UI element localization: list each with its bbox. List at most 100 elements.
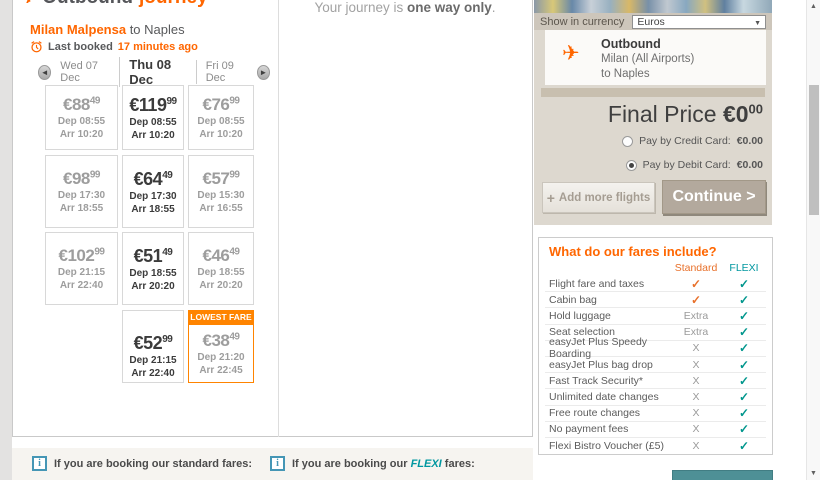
scrollbar-thumb[interactable] (809, 85, 819, 215)
fares-info-strip: If you are booking our standard fares: I… (12, 448, 533, 480)
currency-value: Euros (637, 16, 664, 28)
fares-include-title: What do our fares include? (549, 244, 717, 259)
summary-divider (541, 88, 765, 97)
currency-label: Show in currency (540, 16, 624, 28)
fare-cell-r1c1[interactable]: €8849 Dep 08:55 Arr 10:20 (45, 85, 118, 150)
date-tab-wed-07-dec[interactable]: Wed 07 Dec (51, 60, 119, 84)
flexi-check-icon: ✓ (722, 439, 766, 453)
standard-fares-info-label: If you are booking our standard fares: (54, 458, 252, 470)
standard-x-icon: X (670, 342, 722, 354)
fare-cell-r2c3[interactable]: €5799 Dep 15:30 Arr 16:55 (188, 155, 254, 228)
continue-button[interactable]: Continue > (662, 180, 766, 214)
info-icon (32, 456, 47, 471)
final-price-amount: €0 (723, 101, 749, 127)
fare-cell-r3c1[interactable]: €10299 Dep 21:15 Arr 22:40 (45, 232, 118, 305)
journey-note: Your journey is one way only. (278, 0, 532, 15)
fare-cell-r2c1[interactable]: €9899 Dep 17:30 Arr 18:55 (45, 155, 118, 228)
fare-cell-r3c3[interactable]: €4649 Dep 18:55 Arr 20:20 (188, 232, 254, 305)
fare-cell-r1c2[interactable]: €11999 Dep 08:55 Arr 10:20 (122, 85, 184, 150)
fares-include-rows: Flight fare and taxes✓✓ Cabin bag✓✓ Hold… (545, 276, 766, 454)
fares-row-no-payment-fees: No payment feesX✓ (545, 422, 766, 438)
currency-bar: Show in currency Euros (534, 13, 772, 30)
outbound-summary-origin: Milan (All Airports) (601, 53, 694, 65)
pay-by-credit-card-option[interactable]: Pay by Credit Card: €0.00 (622, 135, 763, 147)
add-more-flights-label: Add more flights (559, 192, 650, 204)
page-left-margin (0, 0, 12, 480)
standard-x-icon: X (670, 391, 722, 403)
outbound-summary-card: Outbound Milan (All Airports) to Naples (545, 30, 766, 85)
flexi-check-icon: ✓ (722, 358, 766, 372)
teal-action-button[interactable] (672, 470, 773, 480)
route-title: Milan Malpensa to Naples (30, 22, 185, 37)
scroll-down-icon[interactable] (807, 470, 820, 477)
flexi-check-icon: ✓ (722, 390, 766, 404)
standard-check-icon: ✓ (670, 293, 722, 307)
fare-cell-r4c2[interactable]: €5299 Dep 21:15 Arr 22:40 (122, 310, 184, 383)
lowest-fare-banner: LOWEST FARE (188, 310, 254, 324)
flexi-check-icon: ✓ (722, 309, 766, 323)
basket-summary-panel: Show in currency Euros Outbound Milan (A… (534, 0, 772, 225)
fare-cell-r1c3[interactable]: €7699 Dep 08:55 Arr 10:20 (188, 85, 254, 150)
final-price-cents: 00 (749, 101, 763, 116)
date-navigation: Wed 07 Dec Thu 08 Dec Fri 09 Dec (38, 57, 270, 87)
date-tab-fri-09-dec[interactable]: Fri 09 Dec (196, 60, 257, 84)
standard-extra-text: Extra (670, 310, 722, 322)
flight-booking-page: Outbound journey Milan Malpensa to Naple… (0, 0, 820, 480)
standard-x-icon: X (670, 375, 722, 387)
flexi-fares-info-label: If you are booking our FLEXI fares: (292, 458, 475, 470)
route-origin: Milan Malpensa (30, 22, 126, 37)
plus-icon (547, 190, 555, 206)
standard-check-icon: ✓ (670, 277, 722, 291)
header-title-accent: journey (139, 0, 208, 9)
previous-day-button[interactable] (38, 65, 51, 80)
add-more-flights-button[interactable]: Add more flights (542, 182, 655, 213)
debit-card-amount: €0.00 (737, 159, 763, 171)
flexi-check-icon: ✓ (722, 293, 766, 307)
fares-include-panel: What do our fares include? Standard FLEX… (538, 237, 773, 455)
debit-card-radio[interactable] (626, 160, 637, 171)
destination-photo (534, 0, 772, 13)
fares-row-fast-track: Fast Track Security*X✓ (545, 373, 766, 389)
header-title: Outbound (42, 0, 133, 9)
credit-card-radio[interactable] (622, 136, 633, 147)
flexi-check-icon: ✓ (722, 277, 766, 291)
continue-label: Continue > (672, 188, 755, 206)
flexi-check-icon: ✓ (722, 341, 766, 355)
currency-select[interactable]: Euros (632, 15, 766, 29)
standard-x-icon: X (670, 407, 722, 419)
info-icon (270, 456, 285, 471)
final-price: Final Price €000 (608, 101, 763, 128)
standard-extra-text: Extra (670, 326, 722, 338)
fares-row-hold-luggage: Hold luggageExtra✓ (545, 308, 766, 324)
pay-by-debit-card-option[interactable]: Pay by Debit Card: €0.00 (626, 159, 763, 171)
debit-card-label: Pay by Debit Card: (643, 159, 731, 171)
date-tab-thu-08-dec[interactable]: Thu 08 Dec (119, 57, 195, 87)
flexi-check-icon: ✓ (722, 374, 766, 388)
vertical-scrollbar[interactable] (806, 0, 820, 480)
credit-card-amount: €0.00 (737, 135, 763, 147)
outbound-summary-destination: to Naples (601, 68, 650, 80)
credit-card-label: Pay by Credit Card: (639, 135, 731, 147)
flexi-fares-info: If you are booking our FLEXI fares: (270, 456, 475, 471)
fare-cell-r3c2[interactable]: €5149 Dep 18:55 Arr 20:20 (122, 232, 184, 305)
alarm-clock-icon (30, 40, 43, 53)
column-divider (278, 0, 279, 437)
standard-x-icon: X (670, 359, 722, 371)
route-destination: to Naples (126, 22, 185, 37)
outbound-summary-title: Outbound (601, 37, 661, 51)
fare-cell-r2c2[interactable]: €6449 Dep 17:30 Arr 18:55 (122, 155, 184, 228)
plane-icon (562, 41, 580, 66)
last-booked-line: Last booked 17 minutes ago (30, 40, 198, 53)
standard-fares-info: If you are booking our standard fares: (32, 456, 252, 471)
final-price-label: Final Price (608, 101, 723, 127)
date-tabs: Wed 07 Dec Thu 08 Dec Fri 09 Dec (51, 57, 256, 87)
scroll-up-icon[interactable] (807, 3, 820, 10)
flexi-column-header: FLEXI (722, 262, 766, 274)
last-booked-value: 17 minutes ago (118, 41, 198, 53)
fares-include-header: Standard FLEXI (545, 262, 766, 274)
last-booked-label: Last booked (48, 41, 113, 53)
next-day-button[interactable] (257, 65, 270, 80)
standard-column-header: Standard (670, 262, 722, 274)
outbound-journey-header: Outbound journey (22, 0, 208, 9)
fare-cell-r4c3-lowest-fare[interactable]: €3849 Dep 21:20 Arr 22:45 (188, 324, 254, 383)
